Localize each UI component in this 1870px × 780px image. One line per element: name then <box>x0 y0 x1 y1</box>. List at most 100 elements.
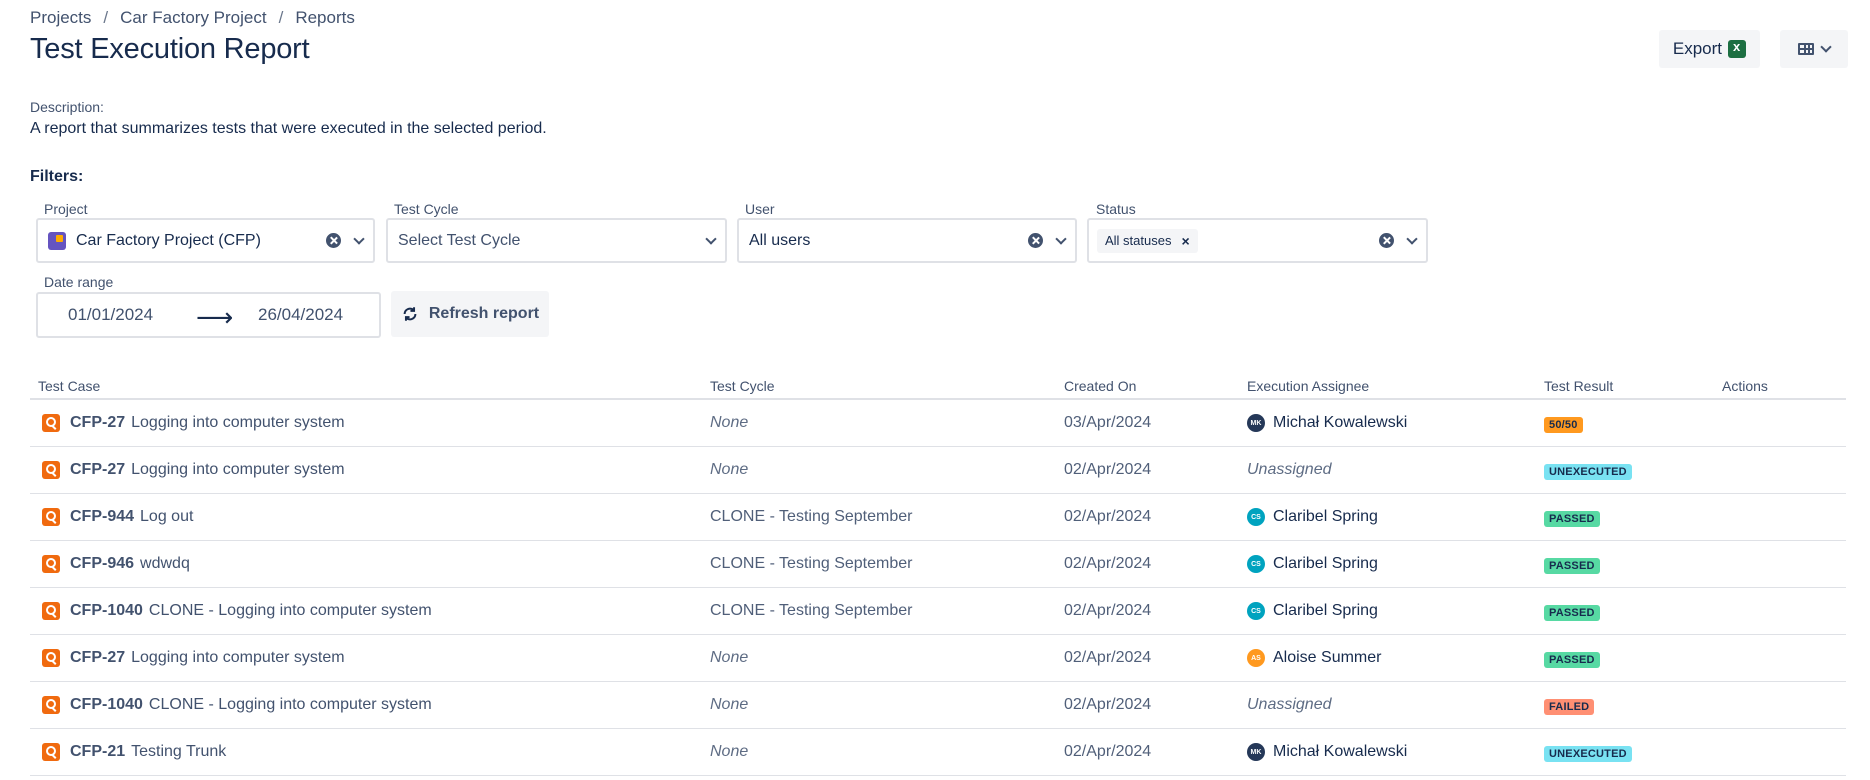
project-filter-label: Project <box>44 201 88 217</box>
test-case-cell[interactable]: CFP-1040 CLONE - Logging into computer sy… <box>42 602 432 620</box>
project-icon <box>48 231 66 250</box>
test-case-icon <box>42 696 60 714</box>
table-view-icon <box>1798 43 1814 55</box>
assignee-name: Claribel Spring <box>1273 508 1378 525</box>
view-options-button[interactable] <box>1780 30 1848 68</box>
page-title: Test Execution Report <box>30 33 310 65</box>
test-case-cell[interactable]: CFP-946 wdwdq <box>42 555 190 573</box>
avatar: CS <box>1247 508 1265 526</box>
assignee-cell: Unassigned <box>1247 461 1332 479</box>
table-header: Test Case Test Cycle Created On Executio… <box>30 369 1846 400</box>
test-case-name[interactable]: Logging into computer system <box>131 414 344 432</box>
test-case-name[interactable]: Testing Trunk <box>131 743 226 761</box>
test-result-cell: UNEXECUTED <box>1544 744 1632 762</box>
test-case-key[interactable]: CFP-21 <box>70 743 125 761</box>
created-on-cell: 03/Apr/2024 <box>1064 414 1152 431</box>
assignee-name: Claribel Spring <box>1273 602 1378 619</box>
refresh-icon <box>403 307 417 321</box>
test-case-name[interactable]: CLONE - Logging into computer system <box>149 602 432 620</box>
column-header-test-result[interactable]: Test Result <box>1544 378 1613 394</box>
chevron-down-icon[interactable] <box>1406 232 1418 245</box>
test-cycle-cell: None <box>710 414 749 431</box>
test-case-cell[interactable]: CFP-27 Logging into computer system <box>42 414 345 432</box>
test-case-key[interactable]: CFP-27 <box>70 414 125 432</box>
date-to-field[interactable]: 26/04/2024 <box>258 305 343 325</box>
status-badge: PASSED <box>1544 605 1600 621</box>
breadcrumb-projects[interactable]: Projects <box>30 8 91 28</box>
test-case-name[interactable]: Log out <box>140 508 193 526</box>
test-case-key[interactable]: CFP-27 <box>70 461 125 479</box>
test-result-cell: FAILED <box>1544 697 1595 715</box>
test-cycle-cell: None <box>710 649 749 666</box>
table-body: CFP-27 Logging into computer system None 03… <box>30 400 1846 776</box>
created-on-cell: 02/Apr/2024 <box>1064 555 1152 572</box>
export-button[interactable]: Export <box>1658 30 1760 68</box>
project-select[interactable]: Car Factory Project (CFP) <box>36 218 375 263</box>
date-from-field[interactable]: 01/01/2024 <box>68 305 153 325</box>
chevron-down-icon[interactable] <box>353 232 365 245</box>
status-badge: FAILED <box>1544 699 1595 715</box>
test-cycle-select[interactable]: Select Test Cycle <box>386 218 727 263</box>
test-case-cell[interactable]: CFP-27 Logging into computer system <box>42 649 345 667</box>
table-row[interactable]: CFP-944 Log out CLONE - Testing September 0… <box>30 494 1846 541</box>
test-case-key[interactable]: CFP-944 <box>70 508 134 526</box>
test-case-name[interactable]: wdwdq <box>140 555 190 573</box>
user-select[interactable]: All users <box>737 218 1077 263</box>
test-cycle-cell: None <box>710 743 749 760</box>
chip-remove-icon[interactable]: × <box>1181 233 1189 249</box>
test-case-name[interactable]: Logging into computer system <box>131 649 344 667</box>
status-chip: All statuses × <box>1097 228 1198 253</box>
column-header-test-cycle[interactable]: Test Cycle <box>710 378 775 394</box>
status-select[interactable]: All statuses × <box>1087 218 1428 263</box>
created-on-cell: 02/Apr/2024 <box>1064 696 1152 713</box>
status-filter-label: Status <box>1096 201 1136 217</box>
test-case-key[interactable]: CFP-27 <box>70 649 125 667</box>
table-row[interactable]: CFP-946 wdwdq CLONE - Testing September 02/… <box>30 541 1846 588</box>
clear-icon[interactable] <box>1028 233 1043 248</box>
test-case-key[interactable]: CFP-1040 <box>70 696 143 714</box>
test-case-key[interactable]: CFP-946 <box>70 555 134 573</box>
table-row[interactable]: CFP-27 Logging into computer system None 02… <box>30 635 1846 682</box>
table-row[interactable]: CFP-27 Logging into computer system None 03… <box>30 400 1846 447</box>
test-case-name[interactable]: CLONE - Logging into computer system <box>149 696 432 714</box>
table-row[interactable]: CFP-27 Logging into computer system None 02… <box>30 447 1846 494</box>
test-case-icon <box>42 555 60 573</box>
assignee-name: Unassigned <box>1247 461 1332 478</box>
assignee-name: Michał Kowalewski <box>1273 414 1408 431</box>
refresh-report-button[interactable]: Refresh report <box>391 291 549 337</box>
test-result-cell: PASSED <box>1544 509 1600 527</box>
test-case-cell[interactable]: CFP-27 Logging into computer system <box>42 461 345 479</box>
created-on-cell: 02/Apr/2024 <box>1064 508 1152 525</box>
test-case-key[interactable]: CFP-1040 <box>70 602 143 620</box>
clear-icon[interactable] <box>326 233 341 248</box>
assignee-cell: AS Aloise Summer <box>1247 649 1381 667</box>
arrow-right-icon: ⟶ <box>196 302 234 332</box>
avatar: CS <box>1247 602 1265 620</box>
user-filter-label: User <box>745 201 775 217</box>
table-row[interactable]: CFP-1040 CLONE - Logging into computer sy… <box>30 682 1846 729</box>
breadcrumb-reports[interactable]: Reports <box>295 8 355 28</box>
test-cycle-cell: CLONE - Testing September <box>710 555 913 572</box>
test-case-name[interactable]: Logging into computer system <box>131 461 344 479</box>
chevron-down-icon[interactable] <box>705 232 717 245</box>
export-label: Export <box>1672 39 1722 58</box>
assignee-cell: Unassigned <box>1247 696 1332 714</box>
column-header-assignee[interactable]: Execution Assignee <box>1247 378 1369 394</box>
test-case-cell[interactable]: CFP-21 Testing Trunk <box>42 743 226 761</box>
status-select-value: All statuses × <box>1097 228 1379 253</box>
chevron-down-icon[interactable] <box>1055 232 1067 245</box>
test-case-cell[interactable]: CFP-1040 CLONE - Logging into computer sy… <box>42 696 432 714</box>
table-row[interactable]: CFP-1040 CLONE - Logging into computer sy… <box>30 588 1846 635</box>
test-result-cell: PASSED <box>1544 650 1600 668</box>
column-header-created-on[interactable]: Created On <box>1064 378 1136 394</box>
avatar: MK <box>1247 414 1265 432</box>
test-cycle-filter-label: Test Cycle <box>394 201 459 217</box>
test-case-cell[interactable]: CFP-944 Log out <box>42 508 193 526</box>
table-row[interactable]: CFP-21 Testing Trunk None 02/Apr/2024 MK Mich… <box>30 729 1846 776</box>
column-header-test-case[interactable]: Test Case <box>38 378 100 394</box>
test-cycle-cell: None <box>710 696 749 713</box>
breadcrumb-project[interactable]: Car Factory Project <box>120 8 266 28</box>
test-result-cell: 50/50 <box>1544 415 1583 433</box>
clear-icon[interactable] <box>1379 233 1394 248</box>
status-badge: UNEXECUTED <box>1544 746 1632 762</box>
